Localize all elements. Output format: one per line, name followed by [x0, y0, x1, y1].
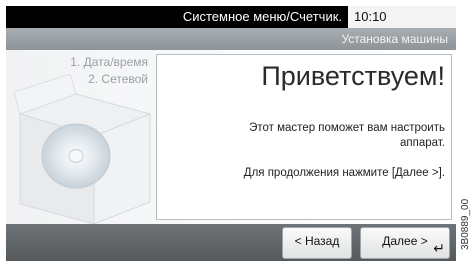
image-code-label: 3B0889_00	[460, 198, 471, 250]
welcome-heading: Приветствуем!	[261, 61, 445, 91]
bottom-bar: < Назад Далее > ↵	[6, 224, 456, 261]
back-button[interactable]: < Назад	[282, 227, 352, 259]
next-button[interactable]: Далее > ↵	[360, 227, 450, 259]
content-area: 1. Дата/время 2. Сетевой Приветствуем! Э…	[6, 50, 456, 224]
status-time: 10:10	[348, 6, 456, 28]
wizard-description: Этот мастер поможет вам настроить аппара…	[249, 122, 445, 149]
next-button-label: Далее >	[382, 234, 428, 248]
screen-title: Установка машины	[6, 28, 456, 50]
wizard-panel: Приветствуем! Этот мастер поможет вам на…	[156, 54, 452, 220]
box-with-disc-illustration	[14, 74, 152, 224]
enter-icon: ↵	[433, 240, 445, 256]
back-button-label: < Назад	[294, 234, 340, 248]
status-title: Системное меню/Счетчик.	[6, 6, 348, 28]
operation-panel-screen: Системное меню/Счетчик. 10:10 Установка …	[6, 0, 456, 261]
step-item-date-time: 1. Дата/время	[70, 55, 148, 69]
status-bar: Системное меню/Счетчик. 10:10	[6, 6, 456, 28]
wizard-instruction: Для продолжения нажмите [Далее >].	[243, 167, 445, 179]
